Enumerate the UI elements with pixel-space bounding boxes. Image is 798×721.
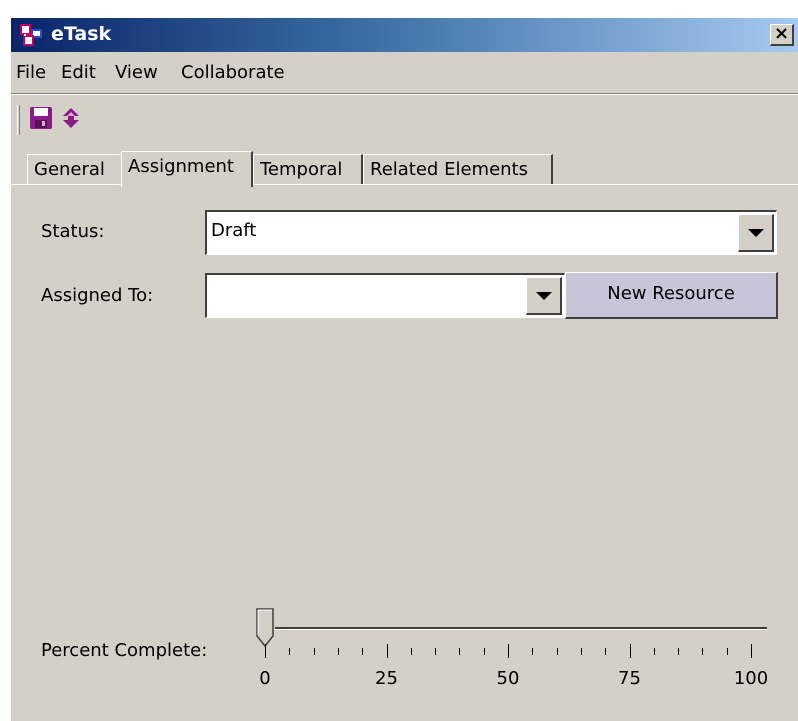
slider-tick-label: 100	[733, 668, 769, 689]
new-resource-button[interactable]: New Resource	[565, 272, 778, 319]
slider-major-tick	[265, 644, 266, 658]
slider-minor-tick	[532, 648, 534, 655]
tab-general-label: General	[34, 159, 105, 180]
save-icon[interactable]	[29, 106, 53, 130]
chevron-down-icon[interactable]	[526, 277, 562, 315]
status-value: Draft	[211, 220, 257, 241]
menu-collaborate[interactable]: Collaborate	[181, 62, 285, 84]
etask-window: eTask × File Edit View Collaborate Gener…	[10, 17, 798, 721]
title-bar[interactable]: eTask ×	[11, 18, 798, 52]
slider-minor-tick	[337, 648, 339, 655]
slider-minor-tick	[605, 648, 607, 655]
refresh-icon[interactable]	[59, 106, 83, 130]
close-button[interactable]: ×	[770, 24, 794, 46]
slider-minor-tick	[483, 648, 485, 655]
slider-minor-tick	[362, 648, 364, 655]
status-select[interactable]: Draft	[205, 210, 777, 255]
slider-tick-label: 25	[375, 668, 398, 689]
slider-major-tick	[629, 644, 631, 658]
slider-minor-tick	[459, 648, 461, 655]
slider-major-tick	[751, 644, 752, 658]
tab-assignment[interactable]: Assignment	[121, 151, 253, 187]
slider-minor-tick	[702, 648, 704, 655]
slider-track[interactable]	[275, 627, 767, 630]
tab-general[interactable]: General	[27, 154, 123, 184]
menu-bar: File Edit View Collaborate	[11, 53, 798, 94]
slider-tick-label: 75	[618, 668, 641, 689]
slider-minor-tick	[653, 648, 655, 655]
menu-view[interactable]: View	[115, 62, 158, 84]
tab-strip: General Assignment Temporal Related Elem…	[11, 151, 798, 187]
slider-minor-tick	[313, 648, 315, 655]
tab-temporal[interactable]: Temporal	[253, 154, 363, 184]
close-icon: ×	[773, 23, 790, 44]
tab-assignment-label: Assignment	[128, 156, 234, 177]
slider-minor-tick	[435, 648, 437, 655]
toolbar-grip[interactable]	[17, 105, 20, 135]
tab-temporal-label: Temporal	[260, 159, 343, 180]
percent-complete-label: Percent Complete:	[41, 640, 208, 661]
slider-tick-label: 0	[259, 668, 271, 689]
toolbar	[11, 95, 798, 143]
tab-related-elements-label: Related Elements	[370, 159, 528, 180]
slider-minor-tick	[289, 648, 291, 655]
slider-thumb[interactable]	[256, 608, 274, 648]
slider-minor-tick	[410, 648, 412, 655]
slider-minor-tick	[580, 648, 582, 655]
menu-edit[interactable]: Edit	[61, 62, 96, 84]
menu-file[interactable]: File	[16, 62, 46, 84]
assigned-to-select[interactable]	[205, 273, 565, 318]
window-title: eTask	[51, 23, 112, 45]
slider-major-tick	[386, 644, 388, 658]
new-resource-label: New Resource	[607, 283, 735, 304]
slider-tick-label: 50	[496, 668, 520, 689]
status-label: Status:	[41, 221, 105, 242]
app-icon	[20, 24, 42, 46]
assigned-to-label: Assigned To:	[41, 285, 154, 306]
slider-minor-tick	[556, 648, 558, 655]
slider-major-tick	[508, 644, 509, 658]
chevron-down-icon[interactable]	[738, 214, 774, 252]
slider-minor-tick	[678, 648, 680, 655]
tab-related-elements[interactable]: Related Elements	[363, 154, 553, 184]
slider-minor-tick	[726, 648, 728, 655]
